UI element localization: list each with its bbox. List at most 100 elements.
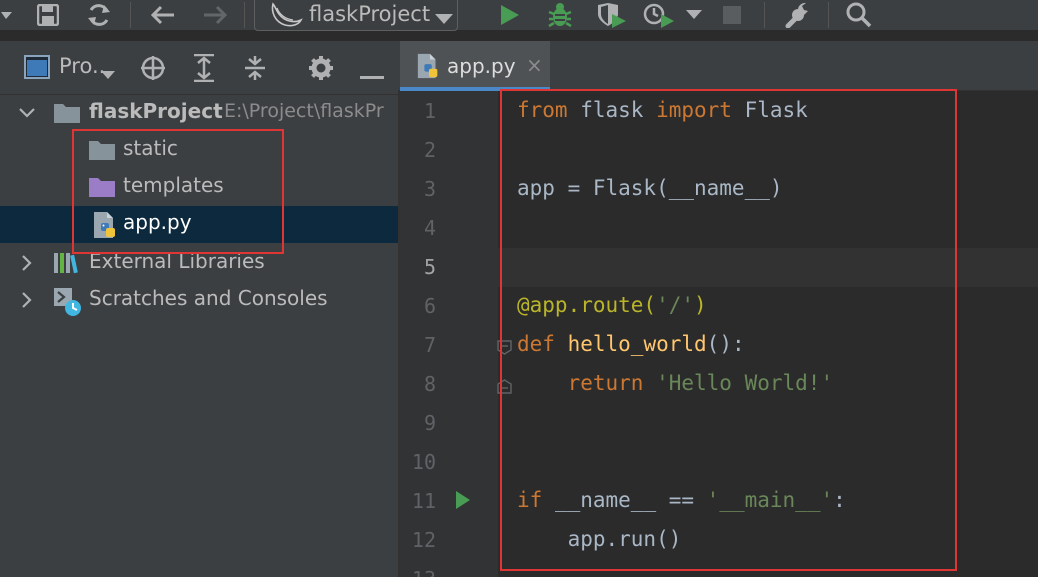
line-number: 8 — [423, 372, 436, 396]
menu-icon[interactable] — [0, 0, 14, 30]
save-icon[interactable] — [34, 0, 62, 30]
run-icon[interactable] — [496, 0, 524, 30]
string: '__main__' — [706, 488, 834, 512]
code-text: Flask — [731, 98, 808, 122]
chevron-right-icon[interactable] — [17, 290, 37, 310]
tree-item-label: static — [123, 136, 178, 160]
code-line-8: return 'Hello World!' — [517, 371, 834, 395]
line-number: 7 — [423, 333, 436, 357]
folder-icon — [88, 138, 116, 164]
tree-item-external-libraries[interactable]: External Libraries — [0, 245, 398, 282]
scratches-icon — [53, 287, 81, 316]
line-number: 13 — [400, 567, 436, 577]
tree-item-app-py[interactable]: app.py — [0, 206, 398, 243]
editor-tab-bar: app.py × — [398, 41, 1038, 91]
chevron-down-icon — [435, 10, 453, 29]
wrench-icon[interactable] — [782, 0, 812, 30]
run-gutter-icon[interactable] — [455, 490, 471, 514]
tab-app-py[interactable]: app.py × — [400, 41, 550, 91]
code-line-12: app.run() — [517, 527, 682, 551]
tree-item-scratches[interactable]: Scratches and Consoles — [0, 282, 398, 319]
code-text: __name__ == — [542, 488, 707, 512]
tree-item-project-root[interactable]: flaskProject E:\Project\flaskPr — [0, 95, 398, 132]
tree-item-label: app.py — [123, 210, 192, 234]
profile-icon[interactable] — [642, 0, 676, 30]
chevron-right-icon[interactable] — [17, 253, 37, 273]
code-line-3: app = Flask(__name__) — [517, 176, 783, 200]
current-line-highlight — [498, 248, 1038, 287]
locate-icon[interactable] — [140, 55, 166, 85]
keyword: from — [517, 98, 568, 122]
keyword: return — [567, 371, 644, 395]
line-number: 1 — [423, 99, 436, 123]
tree-item-label: templates — [123, 173, 224, 197]
python-file-icon — [416, 53, 442, 83]
run-configuration-selector[interactable]: flaskProject — [254, 0, 458, 31]
sync-icon[interactable] — [84, 0, 114, 30]
code-line-6: @app.route('/') — [517, 293, 707, 317]
project-panel-header: Pro.. — [0, 41, 398, 95]
chevron-down-icon[interactable] — [17, 103, 37, 123]
code-text: app = Flask(__name__) — [517, 176, 783, 200]
tree-item-templates[interactable]: templates — [0, 169, 398, 206]
coverage-icon[interactable] — [594, 0, 628, 30]
project-tree: flaskProject E:\Project\flaskPr static t… — [0, 95, 398, 577]
line-number: 4 — [423, 216, 436, 240]
tree-item-static[interactable]: static — [0, 132, 398, 169]
project-view-icon[interactable] — [24, 55, 50, 83]
close-icon[interactable]: × — [526, 53, 543, 77]
libraries-icon — [53, 251, 81, 277]
debug-icon[interactable] — [545, 0, 575, 30]
string: '/' — [656, 293, 695, 317]
project-root-path: E:\Project\flaskPr — [224, 100, 384, 122]
line-number: 3 — [423, 177, 436, 201]
python-file-icon — [92, 211, 120, 238]
keyword: def — [517, 332, 555, 356]
chevron-down-icon[interactable] — [684, 0, 704, 30]
chevron-down-icon[interactable] — [101, 65, 115, 84]
gear-icon[interactable] — [308, 55, 334, 85]
keyword: if — [517, 488, 543, 512]
code-text: flask — [567, 98, 657, 122]
minimize-icon[interactable] — [360, 65, 384, 84]
flask-icon — [269, 2, 303, 32]
decorator: @app.route( — [517, 293, 657, 317]
search-icon[interactable] — [844, 0, 874, 30]
keyword: import — [656, 98, 732, 122]
line-number: 9 — [423, 411, 436, 435]
tree-item-label: Scratches and Consoles — [89, 286, 328, 310]
function-name: hello_world — [567, 332, 707, 356]
project-view-title[interactable]: Pro.. — [59, 54, 105, 78]
line-number: 5 — [423, 255, 436, 279]
line-number: 2 — [423, 138, 436, 162]
code-text: : — [833, 488, 846, 512]
fold-icon[interactable] — [497, 379, 512, 394]
back-icon[interactable] — [148, 0, 178, 30]
line-number: 11 — [411, 489, 436, 513]
code-text: (): — [706, 332, 745, 356]
tree-item-label: External Libraries — [89, 249, 265, 273]
folder-icon — [53, 101, 81, 127]
fold-icon[interactable] — [497, 340, 512, 355]
expand-all-icon[interactable] — [192, 53, 216, 86]
line-number: 10 — [411, 450, 436, 474]
line-number: 6 — [423, 294, 436, 318]
run-configuration-name: flaskProject — [309, 2, 431, 26]
decorator: ) — [694, 293, 707, 317]
code-line-11: if __name__ == '__main__': — [517, 488, 846, 512]
project-root-name: flaskProject — [89, 99, 223, 123]
code-line-1: from flask import Flask — [517, 98, 808, 122]
forward-icon[interactable] — [200, 0, 230, 30]
string: 'Hello World!' — [656, 371, 834, 395]
code-text: app.run() — [517, 527, 682, 551]
main-toolbar: flaskProject — [0, 0, 1038, 31]
tab-label: app.py — [447, 54, 516, 78]
line-number: 12 — [411, 528, 436, 552]
collapse-all-icon[interactable] — [243, 54, 267, 86]
stop-icon[interactable] — [720, 0, 744, 30]
folder-templates-icon — [88, 175, 116, 201]
code-line-7: def hello_world(): — [517, 332, 745, 356]
